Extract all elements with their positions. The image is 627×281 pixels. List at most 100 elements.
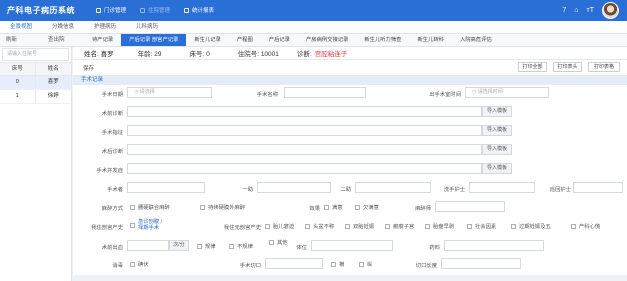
print-table-button[interactable]: 打印表格 <box>588 62 620 72</box>
tab-handover[interactable]: 产房病例交接记录 <box>298 34 356 46</box>
incision-label: 手术切口 <box>239 263 261 269</box>
font-size-icon[interactable]: тT <box>587 7 594 14</box>
satisfied-checkbox[interactable]: 满意 <box>324 203 343 211</box>
first-assistant-input[interactable] <box>257 182 331 193</box>
patient-inpatient-no: 住院号: 10001 <box>237 51 279 58</box>
save-button[interactable]: 保存 <box>83 64 94 72</box>
tab-panorama[interactable]: 全景视图 <box>0 21 42 33</box>
post-diagnosis-label: 术后诊断 <box>101 149 123 155</box>
epidural-checkbox[interactable]: 持续硬膜外麻醉 <box>200 203 245 211</box>
previous-cesarean-label: 我住剖宫产史 <box>91 225 123 231</box>
indication-input[interactable] <box>127 125 482 136</box>
table-row[interactable]: 0 喜罗 <box>0 76 71 90</box>
unsatisfied-checkbox[interactable]: 欠满意 <box>355 203 379 211</box>
refresh-button[interactable]: 刷新 <box>0 34 42 46</box>
top-menu: 门诊管理 住院管理 统计报表 <box>96 6 214 14</box>
print-header-button[interactable]: 打印表头 <box>553 62 582 72</box>
pre-diagnosis-input[interactable] <box>127 106 482 117</box>
topmenu-outpatient[interactable]: 门诊管理 <box>96 6 126 14</box>
surgery-name-input[interactable] <box>284 87 366 98</box>
tab-nursing[interactable]: 护理病历 <box>84 21 126 33</box>
surgeon-input[interactable] <box>127 182 205 193</box>
tab-delivery[interactable]: 分娩信息 <box>42 21 84 33</box>
second-assistant-input[interactable] <box>355 182 431 193</box>
spinal-checkbox[interactable]: 腰硬联合麻醉 <box>130 203 170 211</box>
twin-checkbox[interactable]: 双胎妊娠 <box>345 222 374 230</box>
import-template-button[interactable]: 导入模板 <box>482 106 512 117</box>
toolbar: 保存 打印全部 打印表头 打印表格 <box>73 60 627 75</box>
home-icon[interactable]: ⌂ <box>574 7 578 14</box>
anes-drug-input[interactable] <box>444 240 544 251</box>
exit-time-label: 出手术室时间 <box>429 92 461 98</box>
tab-postpartum[interactable]: 产后记录 <box>261 34 298 46</box>
print-all-button[interactable]: 打印全部 <box>518 62 547 72</box>
position-input[interactable] <box>311 240 393 251</box>
incision-input[interactable] <box>265 258 323 269</box>
patient-age: 年龄: 29 <box>137 51 162 58</box>
overdue-checkbox[interactable]: 过期妊娠及五 <box>511 222 551 230</box>
diagnosis-value: 宫腔粘连子 <box>314 51 348 58</box>
post-diagnosis-input[interactable] <box>127 144 482 155</box>
tab-pediatric[interactable]: 儿科病历 <box>126 21 168 33</box>
cephalopelvic-checkbox[interactable]: 头盆不称 <box>305 222 334 230</box>
surgeon-label: 手术者 <box>107 187 123 193</box>
notification-count[interactable]: 7 <box>562 7 566 14</box>
anesthesia-label: 麻醉方式 <box>101 206 123 212</box>
tab-hearing[interactable]: 新生儿听力筛查 <box>356 34 409 46</box>
module-tabs: 全景视图 分娩信息 护理病历 儿科病历 <box>0 21 627 34</box>
disinfect-label: 消毒 <box>112 263 123 269</box>
surgery-name-label: 手术名称 <box>256 92 278 98</box>
vertical-checkbox[interactable]: 纵 <box>359 260 372 268</box>
topmenu-inpatient[interactable]: 住院管理 <box>140 6 170 14</box>
table-row[interactable]: 1 徐婷 <box>0 90 71 104</box>
no-previous-cesarean-label: 我住无剖宫产史 <box>223 225 261 231</box>
tab-labor[interactable]: 待产记录 <box>84 34 121 46</box>
iodine-checkbox[interactable]: 碘伏 <box>130 260 149 268</box>
tab-cesarean[interactable]: 产后记录 剖宫产记录 <box>121 34 187 46</box>
unit-suffix: 次/分 <box>169 240 189 251</box>
scrub-nurse-input[interactable] <box>469 182 535 193</box>
other-checkbox[interactable]: 其他 <box>269 238 288 246</box>
surgery-date-label: 手术日期 <box>101 92 123 98</box>
import-template-button[interactable]: 导入模板 <box>482 144 512 155</box>
tab-transfer[interactable]: 新生儿转科 <box>409 34 452 46</box>
incision-length-input[interactable] <box>441 258 521 269</box>
circulating-nurse-label: 巡回护士 <box>549 187 571 193</box>
emergency-elective-checkbox[interactable]: 急诊剖腹 / 择期手术 <box>130 219 168 231</box>
tab-partograph[interactable]: 产程图 <box>229 34 261 46</box>
ward-icon <box>140 7 146 13</box>
scrub-nurse-label: 洗手护士 <box>443 187 465 193</box>
import-template-button[interactable]: 导入模板 <box>482 125 512 136</box>
heart-checkbox[interactable]: 产科心慌 <box>571 222 600 230</box>
anes-drug-label: 药料 <box>429 245 440 251</box>
pre-bleed-input[interactable] <box>127 240 169 251</box>
horizontal-checkbox[interactable]: 横 <box>331 260 344 268</box>
effect-label: 效果 <box>309 206 320 212</box>
scar-uterus-checkbox[interactable]: 瘢痕子宫 <box>385 222 414 230</box>
import-template-button[interactable]: 导入模板 <box>482 163 512 174</box>
regular-checkbox[interactable]: 规律 <box>197 242 216 250</box>
pre-diagnosis-label: 术前诊断 <box>101 111 123 117</box>
second-assistant-label: 二助 <box>340 187 351 193</box>
complication-input[interactable] <box>127 163 482 174</box>
circulating-nurse-input[interactable] <box>573 182 623 193</box>
complication-label: 手术并发症 <box>96 168 124 174</box>
tab-newborn[interactable]: 新生儿记录 <box>186 34 229 46</box>
fetal-distress-checkbox[interactable]: 胎儿窘迫 <box>265 222 294 230</box>
top-bar: 产科电子病历系统 门诊管理 住院管理 统计报表 7 ⌂ тT <box>0 0 627 21</box>
tab-risk[interactable]: 入院高危评估 <box>452 34 500 46</box>
diagnosis-label: 诊断: <box>296 51 312 58</box>
irregular-checkbox[interactable]: 不规律 <box>229 242 253 250</box>
patient-search-input[interactable]: 请输入住院号 <box>2 48 69 61</box>
avatar[interactable] <box>602 2 619 19</box>
indication-label: 手术指征 <box>101 130 123 136</box>
topmenu-stats[interactable]: 统计报表 <box>184 6 214 14</box>
surgery-date-input[interactable]: ◷ 请选择 <box>127 87 212 98</box>
social-factor-checkbox[interactable]: 社会因素 <box>467 222 496 230</box>
anesthetist-input[interactable] <box>435 201 505 212</box>
abruption-checkbox[interactable]: 胎盘早剥 <box>425 222 454 230</box>
position-label: 体位 <box>296 245 307 251</box>
discharged-button[interactable]: 查出院 <box>42 34 84 46</box>
exit-time-input[interactable]: ◷ 请选择时间 <box>465 87 549 98</box>
surgery-form: 手术日期 ◷ 请选择 手术名称 出手术室时间 ◷ 请选择时间 术前诊断 导入模板… <box>73 85 627 275</box>
